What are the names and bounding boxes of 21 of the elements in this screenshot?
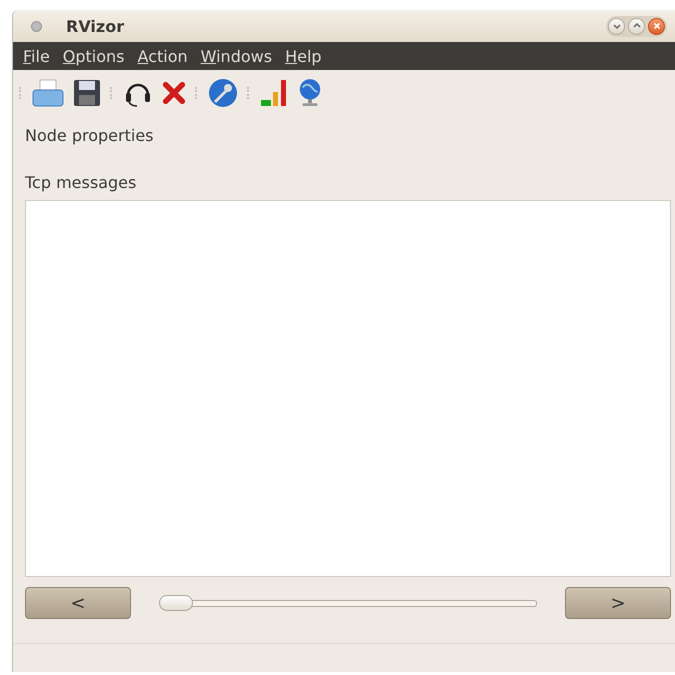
slider-handle[interactable] xyxy=(159,595,193,611)
minimize-button[interactable] xyxy=(608,18,625,34)
maximize-button[interactable] xyxy=(628,18,645,34)
window-menu-icon[interactable] xyxy=(31,20,42,32)
menu-item[interactable]: Help xyxy=(281,46,328,66)
globe-icon[interactable] xyxy=(297,77,323,109)
close-button[interactable] xyxy=(648,18,665,34)
window-title: RVizor xyxy=(66,16,124,36)
menu-item[interactable]: File xyxy=(19,46,56,66)
section-label: Tcp messages xyxy=(25,173,136,192)
section-label: Node properties xyxy=(25,126,154,145)
delete-icon[interactable] xyxy=(162,81,186,105)
wrench-globe-icon[interactable] xyxy=(208,78,238,108)
printer-icon[interactable] xyxy=(32,79,64,107)
menu-item[interactable]: Windows xyxy=(196,46,278,66)
menu-item[interactable]: Action xyxy=(134,46,194,66)
next-button[interactable]: > xyxy=(565,587,671,619)
close-icon xyxy=(652,21,662,31)
signal-bars-icon[interactable] xyxy=(260,78,288,108)
menu-item[interactable]: Options xyxy=(58,46,131,66)
previous-button[interactable]: < xyxy=(25,587,131,619)
